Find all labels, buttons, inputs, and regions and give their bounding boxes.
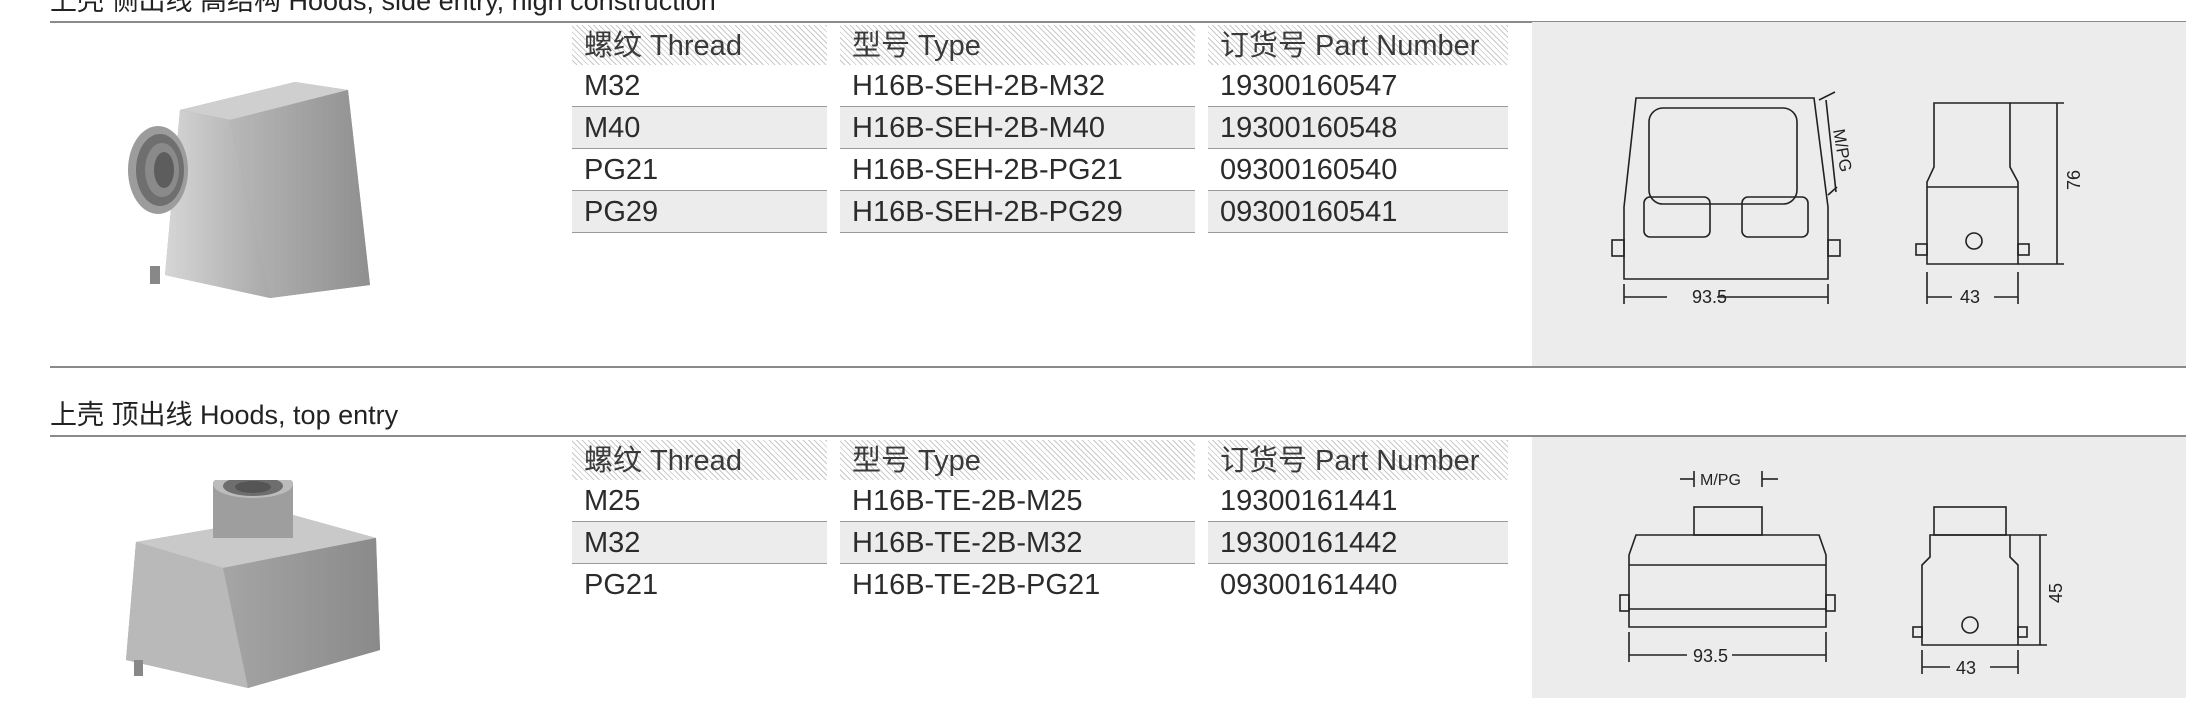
dimension-depth-label: 43 [1956, 658, 1976, 678]
table-cell: PG29 [572, 191, 827, 233]
section-side-entry: 上壳 侧出线 高结构 Hoods, side entry, high const… [0, 0, 2186, 370]
column-header-thread: 螺纹 Thread [572, 25, 827, 65]
product-photo-top-entry [126, 480, 380, 688]
table-cell: 19300161441 [1208, 480, 1508, 522]
technical-drawing: 93.5 43 76 M/PG [1611, 91, 2084, 307]
table-cell: PG21 [584, 569, 659, 601]
dimension-width-label: 93.5 [1693, 646, 1728, 666]
column-header-type: 型号 Type [840, 440, 1195, 480]
section-title: 上壳 侧出线 高结构 Hoods, side entry, high const… [50, 0, 716, 16]
dimension-width-label: 93.5 [1692, 287, 1727, 307]
table-cell: 19300160548 [1208, 107, 1508, 149]
table-cell: M32 [572, 65, 827, 107]
section-title: 上壳 顶出线 Hoods, top entry [50, 400, 399, 430]
dimension-height-label: 45 [2046, 583, 2066, 603]
column-thread: 螺纹 Thread M25 M32 PG21 [572, 440, 827, 606]
column-header-type: 型号 Type [840, 25, 1195, 65]
product-photo-side-entry [128, 82, 370, 298]
table-cell: M40 [572, 107, 827, 149]
table-cell: M32 [572, 522, 827, 564]
column-header-part-number: 订货号 Part Number [1208, 25, 1508, 65]
technical-drawing: M/PG 93.5 43 45 [1619, 471, 2066, 678]
table-cell: PG21 [572, 149, 827, 191]
dimension-thread-label: M/PG [1700, 472, 1741, 489]
column-part-number: 订货号 Part Number 19300161441 19300161442 … [1208, 440, 1508, 606]
section-divider [50, 366, 2186, 368]
table-cell: H16B-TE-2B-M32 [840, 522, 1195, 564]
column-header-part-number: 订货号 Part Number [1208, 440, 1508, 480]
column-thread: 螺纹 Thread M32 M40 PG21 PG29 [572, 25, 827, 233]
section-top-entry: 上壳 顶出线 Hoods, top entry 螺纹 Thread M25 M3… [0, 380, 2186, 698]
table-cell: H16B-SEH-2B-M32 [840, 65, 1195, 107]
column-header-thread: 螺纹 Thread [572, 440, 827, 480]
dimension-depth-label: 43 [1960, 287, 1980, 307]
table-cell: H16B-SEH-2B-PG21 [840, 149, 1195, 191]
table-cell: 09300160540 [1208, 149, 1508, 191]
table-cell: 09300161440 [1220, 569, 1398, 601]
technical-drawing-panel: 93.5 43 76 M/PG [1532, 22, 2186, 367]
dimension-height-label: 76 [2064, 170, 2084, 190]
column-part-number: 订货号 Part Number 19300160547 19300160548 … [1208, 25, 1508, 233]
table-cell: 19300160547 [1208, 65, 1508, 107]
table-cell: H16B-TE-2B-PG21 [852, 569, 1101, 601]
technical-drawing-panel: M/PG 93.5 43 45 [1532, 437, 2186, 698]
table-cell: H16B-TE-2B-M25 [840, 480, 1195, 522]
column-type: 型号 Type H16B-SEH-2B-M32 H16B-SEH-2B-M40 … [840, 25, 1195, 233]
table-cell: H16B-SEH-2B-M40 [840, 107, 1195, 149]
table-cell: M25 [572, 480, 827, 522]
column-type: 型号 Type H16B-TE-2B-M25 H16B-TE-2B-M32 H1… [840, 440, 1195, 606]
table-cell: 19300161442 [1208, 522, 1508, 564]
table-cell: 09300160541 [1208, 191, 1508, 233]
table-cell: H16B-SEH-2B-PG29 [840, 191, 1195, 233]
